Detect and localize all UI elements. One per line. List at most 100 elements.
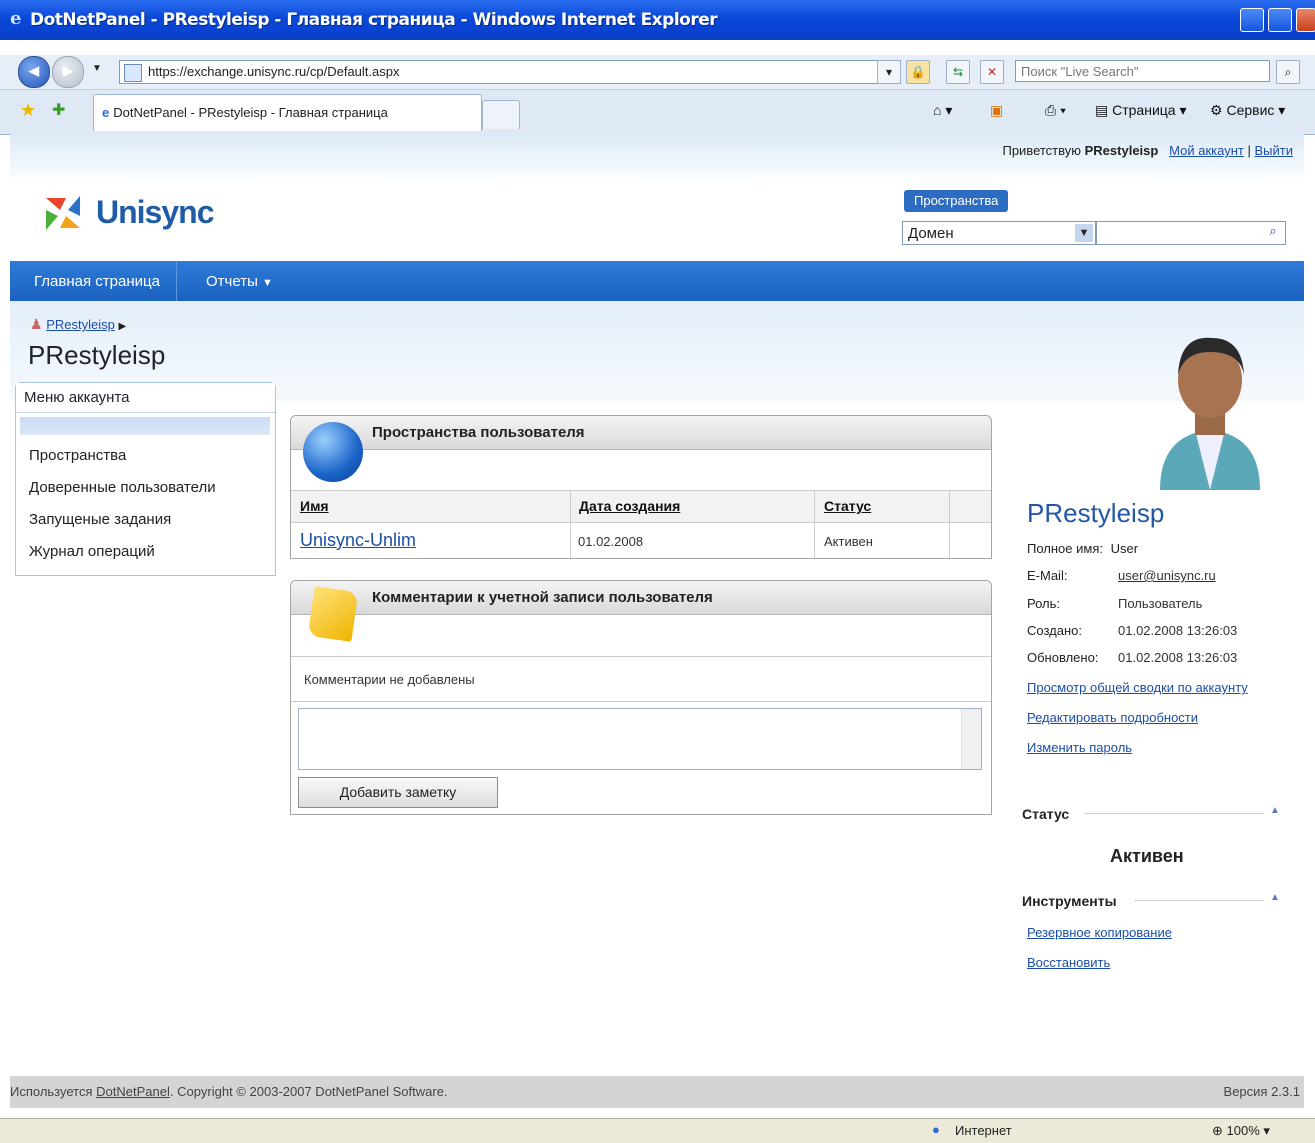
- brand-name: Unisync: [96, 194, 214, 230]
- domain-select[interactable]: Домен ▼: [902, 221, 1096, 245]
- refresh-icon[interactable]: ⇆: [946, 60, 970, 84]
- role-label: Роль:: [1027, 596, 1061, 611]
- spaces-panel-title: Пространства пользователя: [372, 424, 585, 441]
- chevron-down-icon: ▼: [262, 277, 273, 289]
- space-status: Активен: [824, 534, 873, 549]
- col-status[interactable]: Статус: [824, 498, 871, 514]
- page-menu-label: Страница: [1112, 102, 1176, 118]
- minimize-button[interactable]: [1240, 8, 1264, 32]
- footer-copyright-text: . Copyright © 2003-2007 DotNetPanel Soft…: [169, 1084, 448, 1099]
- forward-button[interactable]: ▶: [52, 56, 84, 88]
- col-created[interactable]: Дата создания: [579, 498, 680, 514]
- space-created: 01.02.2008: [578, 534, 644, 549]
- favorites-star-icon[interactable]: ★: [20, 100, 36, 121]
- status-value: Активен: [1110, 846, 1184, 866]
- note-icon: [307, 586, 359, 642]
- internet-zone-icon: ●: [932, 1122, 940, 1137]
- breadcrumb-user-link[interactable]: PRestyleisp: [46, 317, 115, 332]
- back-button[interactable]: ◀: [18, 56, 50, 88]
- ie-statusbar: ● Интернет ⊕ 100% ▾: [0, 1118, 1315, 1143]
- feeds-icon[interactable]: ▣: [990, 102, 1003, 119]
- account-menu: Меню аккаунта Пространства Доверенные по…: [15, 382, 276, 576]
- maximize-button[interactable]: [1268, 8, 1292, 32]
- breadcrumb: ♟ PRestyleisp ▶: [30, 316, 126, 333]
- account-menu-band: [20, 417, 270, 435]
- spaces-panel-header: Пространства пользователя: [291, 416, 991, 450]
- ie-logo-icon: e: [10, 8, 22, 29]
- comments-panel: Комментарии к учетной записи пользовател…: [290, 580, 992, 815]
- close-window-button[interactable]: [1296, 8, 1315, 32]
- comments-panel-title: Комментарии к учетной записи пользовател…: [372, 589, 713, 606]
- account-menu-item-spaces[interactable]: Пространства: [29, 447, 126, 464]
- footer-version: Версия 2.3.1: [1223, 1084, 1300, 1099]
- updated-value: 01.02.2008 13:26:03: [1118, 650, 1238, 665]
- menu-home[interactable]: Главная страница: [18, 261, 177, 301]
- add-favorites-icon[interactable]: ✚: [52, 100, 65, 120]
- greeting-username: PRestyleisp: [1084, 143, 1159, 158]
- stop-icon[interactable]: ✕: [980, 60, 1004, 84]
- menu-reports[interactable]: Отчеты ▼: [190, 261, 289, 301]
- email-label: E-Mail:: [1027, 568, 1068, 583]
- updated-label: Обновлено:: [1027, 650, 1099, 665]
- backup-link[interactable]: Резервное копирование: [1027, 925, 1172, 940]
- my-account-link[interactable]: Мой аккаунт: [1169, 143, 1244, 158]
- spaces-tag: Пространства: [904, 190, 1009, 212]
- address-bar: ◀ ▶ ▼ https://exchange.unisync.ru/cp/Def…: [0, 55, 1315, 90]
- chevron-down-icon: ▼: [1075, 224, 1093, 242]
- lock-icon[interactable]: 🔒: [906, 60, 930, 84]
- page-menu[interactable]: ▤ Страница ▾: [1095, 102, 1187, 119]
- page-icon: [124, 64, 142, 82]
- search-icon[interactable]: ⌕: [1263, 223, 1283, 243]
- footer-product-link[interactable]: DotNetPanel: [96, 1084, 170, 1099]
- user-avatar: [1160, 337, 1260, 490]
- zone-text: Интернет: [955, 1123, 1012, 1138]
- spaces-panel: Пространства пользователя Имя Дата созда…: [290, 415, 992, 559]
- created-label: Создано:: [1027, 623, 1082, 638]
- home-icon[interactable]: ⌂ ▾: [933, 102, 952, 119]
- tools-menu-label: Сервис: [1226, 102, 1275, 118]
- tools-menu[interactable]: ⚙ Сервис ▾: [1210, 102, 1285, 119]
- restore-link[interactable]: Восстановить: [1027, 955, 1110, 970]
- collapse-icon[interactable]: ▲: [1270, 805, 1280, 816]
- account-menu-item-audit-log[interactable]: Журнал операций: [29, 543, 155, 560]
- change-password-link[interactable]: Изменить пароль: [1027, 740, 1132, 755]
- url-dropdown-icon[interactable]: ▾: [877, 60, 901, 84]
- history-dropdown-icon[interactable]: ▼: [92, 63, 102, 74]
- greeting-text: Приветствую: [1002, 143, 1081, 158]
- col-name[interactable]: Имя: [300, 498, 329, 514]
- account-menu-item-tasks[interactable]: Запущеные задания: [29, 511, 171, 528]
- comments-empty-row: Комментарии не добавлены: [291, 656, 991, 702]
- domain-search-input[interactable]: ⌕: [1096, 221, 1286, 245]
- live-search-input[interactable]: Поиск "Live Search": [1015, 60, 1270, 82]
- main-menubar: Главная страница Отчеты ▼: [10, 261, 1304, 301]
- profile-fullname-row: Полное имя: User: [1027, 541, 1138, 556]
- print-icon[interactable]: ⎙ ▾: [1045, 102, 1066, 119]
- page-footer: Используется DotNetPanel. Copyright © 20…: [10, 1076, 1304, 1108]
- new-tab-button[interactable]: [482, 100, 520, 129]
- comment-textarea[interactable]: [298, 708, 982, 770]
- account-menu-item-trusted-users[interactable]: Доверенные пользователи: [29, 479, 216, 496]
- tab-title: DotNetPanel - PRestyleisp - Главная стра…: [113, 105, 388, 120]
- edit-details-link[interactable]: Редактировать подробности: [1027, 710, 1198, 725]
- zoom-control[interactable]: ⊕ 100% ▾: [1212, 1123, 1270, 1139]
- add-note-button[interactable]: Добавить заметку: [298, 777, 498, 808]
- url-field[interactable]: https://exchange.unisync.ru/cp/Default.a…: [119, 60, 901, 84]
- account-menu-title: Меню аккаунта: [16, 383, 275, 413]
- space-link[interactable]: Unisync-Unlim: [300, 530, 416, 551]
- account-summary-link[interactable]: Просмотр общей сводки по аккаунту: [1027, 680, 1248, 695]
- textarea-scrollbar[interactable]: [961, 709, 981, 769]
- email-link[interactable]: user@unisync.ru: [1118, 568, 1216, 583]
- tab-main[interactable]: e DotNetPanel - PRestyleisp - Главная стр…: [93, 94, 482, 131]
- logout-link[interactable]: Выйти: [1255, 143, 1294, 158]
- created-value: 01.02.2008 13:26:03: [1118, 623, 1238, 638]
- fullname-label: Полное имя:: [1027, 541, 1103, 556]
- status-section-title: Статус: [1022, 806, 1070, 822]
- domain-select-value: Домен: [908, 225, 954, 242]
- role-value: Пользователь: [1118, 596, 1203, 611]
- collapse-icon[interactable]: ▲: [1270, 892, 1280, 903]
- search-go-icon[interactable]: ⌕: [1276, 60, 1300, 84]
- tools-section-title: Инструменты: [1022, 893, 1117, 909]
- footer-prefix: Используется: [10, 1084, 93, 1099]
- globe-icon: [303, 422, 363, 482]
- window-title: DotNetPanel - PRestyleisp - Главная стра…: [30, 10, 718, 30]
